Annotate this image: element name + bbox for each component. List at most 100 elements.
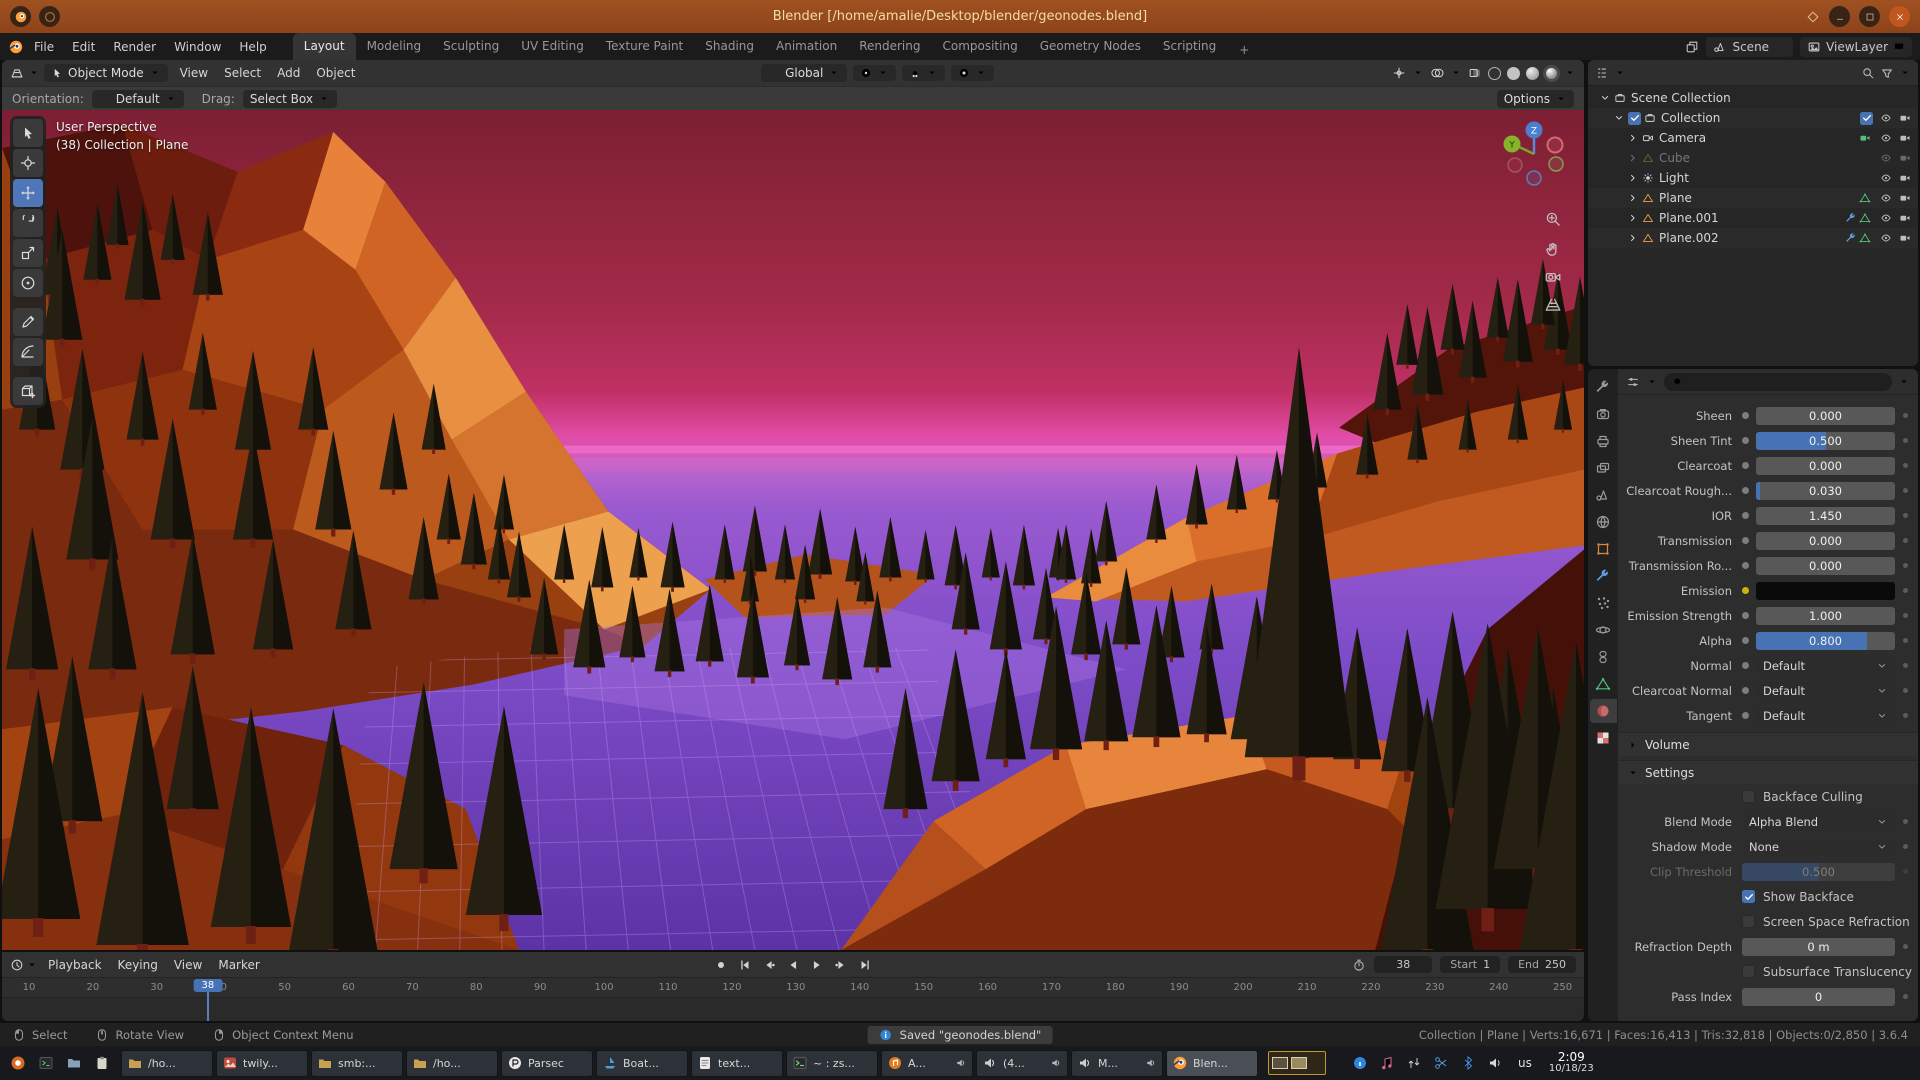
volume-icon[interactable] — [1487, 1055, 1503, 1071]
chevron-right-icon[interactable] — [1627, 212, 1639, 224]
properties-tab-constraints[interactable] — [1590, 645, 1617, 669]
keyboard-layout-indicator[interactable]: us — [1518, 1056, 1532, 1070]
outliner-row-camera[interactable]: Camera — [1588, 128, 1918, 148]
animate-decorator[interactable] — [1903, 563, 1908, 568]
auto-keying-button[interactable] — [710, 956, 732, 974]
blend-mode-dropdown[interactable]: Alpha Blend — [1742, 813, 1895, 831]
next-keyframe-button[interactable] — [830, 956, 852, 974]
show-backface-checkbox[interactable] — [1742, 890, 1755, 903]
shading-solid-button[interactable] — [1507, 67, 1520, 80]
node-socket[interactable] — [1742, 712, 1749, 719]
shading-rendered-button[interactable] — [1545, 67, 1558, 80]
sheen-tint-slider[interactable]: 0.500 — [1756, 432, 1895, 450]
taskbar-window-boat[interactable]: Boat... — [596, 1050, 688, 1077]
drag-setting-dropdown[interactable]: Select Box — [243, 90, 337, 108]
properties-tab-scene[interactable] — [1590, 483, 1617, 507]
window-app-icon[interactable] — [10, 6, 31, 27]
clearcoat-slider[interactable]: 0.000 — [1756, 457, 1895, 475]
workspace-tab-shading[interactable]: Shading — [694, 33, 765, 60]
viewlayer-selector[interactable]: ViewLayer — [1800, 37, 1912, 57]
options-dropdown[interactable]: Options — [1497, 90, 1574, 108]
play-reverse-button[interactable] — [782, 956, 804, 974]
eye-icon[interactable] — [1880, 212, 1892, 224]
eye-icon[interactable] — [1880, 152, 1892, 164]
render-visibility-icon[interactable] — [1899, 212, 1911, 224]
viewport-3d[interactable]: User Perspective (38) Collection | Plane… — [2, 110, 1584, 950]
pass-index-field[interactable]: 0 — [1742, 988, 1895, 1006]
node-socket[interactable] — [1742, 587, 1749, 594]
taskbar-window-blen[interactable]: Blen... — [1166, 1050, 1258, 1077]
taskbar-window-ho[interactable]: /ho... — [406, 1050, 498, 1077]
music-player-icon[interactable] — [1379, 1055, 1395, 1071]
chevron-down-icon[interactable] — [1599, 92, 1611, 104]
pin-icon[interactable] — [1806, 10, 1820, 24]
transform-orientation-dropdown[interactable]: Global — [761, 64, 847, 82]
viewport-menu-object[interactable]: Object — [308, 63, 363, 83]
notification-info-icon[interactable] — [1352, 1055, 1368, 1071]
snapping-dropdown[interactable] — [902, 65, 945, 81]
add-workspace-button[interactable]: + — [1228, 37, 1260, 57]
alpha-slider[interactable]: 0.800 — [1756, 632, 1895, 650]
taskbar-window-text[interactable]: text... — [691, 1050, 783, 1077]
tool-cursor-button[interactable] — [13, 149, 43, 177]
volume-section-header[interactable]: Volume — [1618, 732, 1918, 756]
gizmo-neg-z-axis[interactable] — [1527, 171, 1541, 185]
applications-menu-button[interactable] — [5, 1051, 30, 1076]
node-socket[interactable] — [1742, 637, 1749, 644]
animate-decorator[interactable] — [1903, 488, 1908, 493]
tool-select-box-button[interactable] — [13, 119, 43, 147]
workspace-tab-sculpting[interactable]: Sculpting — [432, 33, 510, 60]
animate-decorator[interactable] — [1903, 994, 1908, 999]
properties-tab-render[interactable] — [1590, 402, 1617, 426]
properties-tab-modifiers[interactable] — [1590, 564, 1617, 588]
properties-search-input[interactable] — [1664, 373, 1892, 391]
normal-dropdown[interactable]: Default — [1756, 657, 1895, 675]
properties-tab-physics[interactable] — [1590, 618, 1617, 642]
node-socket[interactable] — [1742, 462, 1749, 469]
eye-icon[interactable] — [1880, 132, 1892, 144]
sheen-slider[interactable]: 0.000 — [1756, 407, 1895, 425]
node-socket[interactable] — [1742, 437, 1749, 444]
animate-decorator[interactable] — [1903, 944, 1908, 949]
screen-space-refraction-checkbox[interactable] — [1742, 915, 1755, 928]
taskbar-window-twily[interactable]: twily... — [216, 1050, 308, 1077]
outliner-row-scene-collection[interactable]: Scene Collection — [1588, 88, 1918, 108]
chevron-down-icon[interactable] — [28, 67, 40, 79]
properties-tab-output[interactable] — [1590, 429, 1617, 453]
properties-tab-view-layer[interactable] — [1590, 456, 1617, 480]
close-button[interactable] — [1889, 6, 1910, 27]
play-button[interactable] — [806, 956, 828, 974]
clearcoat-normal-dropdown[interactable]: Default — [1756, 682, 1895, 700]
clipboard-launcher[interactable] — [89, 1051, 114, 1076]
properties-tab-texture[interactable] — [1590, 726, 1617, 750]
menu-window[interactable]: Window — [165, 36, 230, 58]
shading-wireframe-button[interactable] — [1488, 67, 1501, 80]
chevron-right-icon[interactable] — [1627, 232, 1639, 244]
orientation-setting-dropdown[interactable]: Default — [92, 90, 184, 108]
tool-annotate-button[interactable] — [13, 308, 43, 336]
file-manager-launcher[interactable] — [61, 1051, 86, 1076]
viewport-menu-select[interactable]: Select — [216, 63, 269, 83]
grid-toggle-button[interactable] — [1544, 296, 1562, 314]
settings-section-header[interactable]: Settings — [1618, 760, 1918, 784]
toggle-xray-icon[interactable] — [1468, 66, 1482, 80]
proportional-edit-dropdown[interactable] — [951, 65, 994, 81]
mode-dropdown[interactable]: Object Mode — [44, 64, 168, 82]
taskbar-window-m[interactable]: M... — [1071, 1050, 1163, 1077]
tool-scale-button[interactable] — [13, 239, 43, 267]
tool-add-cube-button[interactable] — [13, 377, 43, 405]
timeline-menu-view[interactable]: View — [166, 955, 210, 975]
outliner-row-cube[interactable]: Cube — [1588, 148, 1918, 168]
node-socket[interactable] — [1742, 487, 1749, 494]
animate-decorator[interactable] — [1903, 663, 1908, 668]
scene-selector[interactable]: Scene — [1706, 37, 1793, 57]
animate-decorator[interactable] — [1903, 463, 1908, 468]
chevron-right-icon[interactable] — [1627, 132, 1639, 144]
animate-decorator[interactable] — [1903, 588, 1908, 593]
animate-decorator[interactable] — [1903, 613, 1908, 618]
terminal-launcher[interactable] — [33, 1051, 58, 1076]
animate-decorator[interactable] — [1903, 819, 1908, 824]
taskbar-window-parsec[interactable]: Parsec — [501, 1050, 593, 1077]
previous-keyframe-button[interactable] — [758, 956, 780, 974]
render-visibility-icon[interactable] — [1899, 192, 1911, 204]
